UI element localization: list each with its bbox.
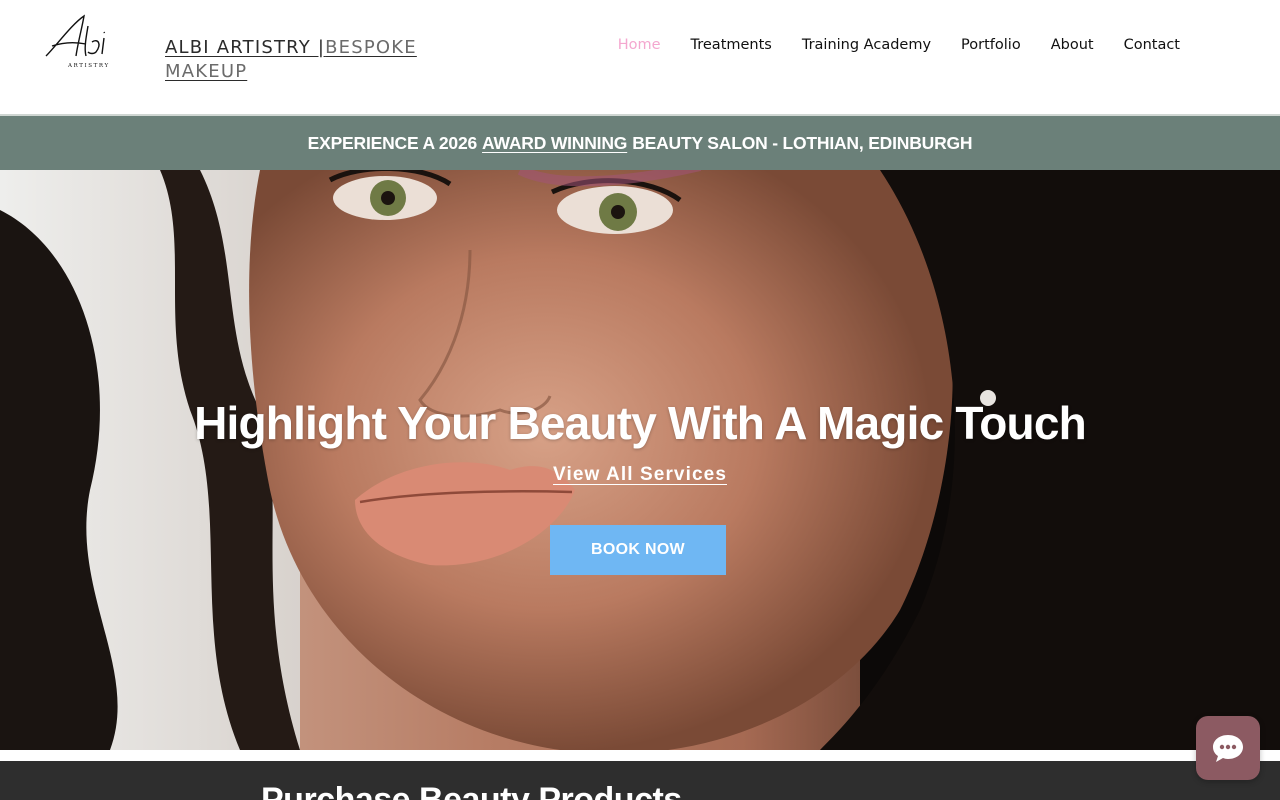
nav-contact[interactable]: Contact (1124, 37, 1180, 53)
banner-prefix: EXPERIENCE A 2026 (307, 132, 478, 153)
albi-artistry-logo[interactable]: ARTISTRY (38, 12, 122, 72)
nav-about[interactable]: About (1051, 37, 1094, 53)
chat-widget-button[interactable] (1196, 716, 1260, 780)
nav-portfolio[interactable]: Portfolio (961, 37, 1021, 53)
logo-subtext: ARTISTRY (67, 63, 110, 69)
site-header: ARTISTRY ALBI ARTISTRY |BESPOKE MAKEUP H… (0, 0, 1280, 116)
portrait-photo (0, 170, 1280, 750)
brand-main: ALBI ARTISTRY | (165, 37, 326, 58)
view-all-services-link[interactable]: View All Services (553, 464, 727, 485)
hero-link-wrap: View All Services (0, 464, 1280, 486)
main-nav: Home Treatments Training Academy Portfol… (618, 37, 1180, 53)
book-now-button[interactable]: BOOK NOW (550, 525, 726, 575)
chat-bubble-icon (1213, 735, 1243, 762)
banner-suffix: BEAUTY SALON - LOTHIAN, EDINBURGH (632, 132, 973, 153)
banner-award-link[interactable]: AWARD WINNING (482, 133, 627, 154)
hero-section: Highlight Your Beauty With A Magic Touch… (0, 170, 1280, 750)
brand-title[interactable]: ALBI ARTISTRY |BESPOKE MAKEUP (165, 36, 425, 84)
products-section: Purchase Beauty Products (0, 761, 1280, 800)
hero-title: Highlight Your Beauty With A Magic Touch (194, 397, 1087, 449)
announcement-banner: EXPERIENCE A 2026 AWARD WINNING BEAUTY S… (0, 116, 1280, 170)
brand-link[interactable]: ALBI ARTISTRY |BESPOKE MAKEUP (165, 37, 417, 82)
nav-training-academy[interactable]: Training Academy (802, 37, 931, 53)
nav-treatments[interactable]: Treatments (691, 37, 772, 53)
products-title: Purchase Beauty Products (261, 781, 682, 800)
nav-home[interactable]: Home (618, 37, 661, 53)
